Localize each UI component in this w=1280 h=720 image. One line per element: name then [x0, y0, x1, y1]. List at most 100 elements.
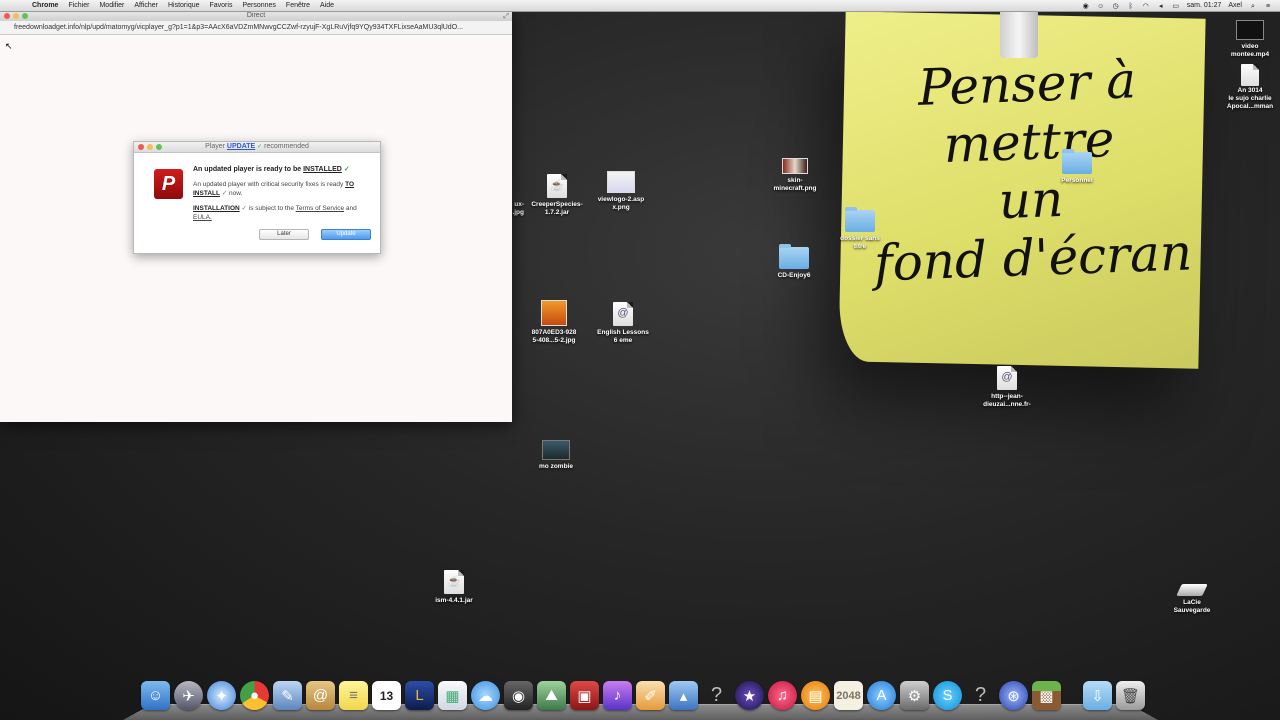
league-of-legends-icon[interactable]: L — [405, 681, 434, 710]
bluetooth-icon[interactable]: ᛒ — [1127, 2, 1135, 10]
unknown-app-icon[interactable]: ? — [702, 681, 731, 710]
battery-icon[interactable]: ▭ — [1172, 2, 1180, 10]
line2-prefix: An updated player with critical security… — [193, 181, 344, 188]
desktop-icon-video[interactable]: video montee.mp4 — [1218, 20, 1280, 59]
spotlight-icon[interactable]: ⌕ — [1249, 2, 1257, 10]
chrome-icon[interactable]: ● — [240, 681, 269, 710]
dialog-heading: An updated player is ready to be INSTALL… — [193, 165, 373, 174]
check-icon: ✓ — [257, 144, 263, 150]
instruments-icon[interactable]: ♪ — [603, 681, 632, 710]
time-machine-icon[interactable]: ◷ — [1112, 2, 1120, 10]
desktop-icon-label: LaCie Sauvegarde — [1173, 599, 1211, 614]
dialog-zoom-button[interactable] — [156, 144, 162, 150]
menu-bar: Chrome Fichier Modifier Afficher Histori… — [0, 0, 1280, 12]
later-button[interactable]: Later — [259, 229, 309, 240]
desktop-icon-label: dossier sans titre — [840, 235, 880, 250]
image-file-icon — [541, 300, 567, 326]
game-2048-icon[interactable]: 2048 — [834, 681, 863, 710]
dialog-minimize-button[interactable] — [147, 144, 153, 150]
notes-icon[interactable]: ≡ — [339, 681, 368, 710]
dialog-titlebar[interactable]: Player UPDATE ✓ recommended — [134, 142, 380, 153]
menu-historique[interactable]: Historique — [163, 0, 205, 11]
note-line-4: fond d'écran — [873, 223, 1193, 293]
menu-favoris[interactable]: Favoris — [205, 0, 238, 11]
jar-file-icon: ☕ — [547, 174, 567, 198]
url-bar[interactable]: freedownloadget.info/nlp/upd/matomyg/vic… — [0, 21, 512, 35]
video-file-icon — [1236, 20, 1264, 40]
desktop-icon-lacie-sauvegarde[interactable]: LaCie Sauvegarde — [1160, 584, 1224, 615]
desktop-icon-english-lessons[interactable]: @ English Lessons 6 eme — [591, 302, 655, 345]
desktop-icon-807a0ed3[interactable]: 807A0ED3-928 5-408...5-2.jpg — [522, 300, 586, 345]
dialog-window-controls — [138, 144, 162, 150]
desktop-icon-cd-enjoy6[interactable]: CD-Enjoy6 — [762, 244, 826, 280]
close-button[interactable] — [4, 13, 10, 19]
keynote-icon[interactable]: ▴ — [669, 681, 698, 710]
minimize-button[interactable] — [13, 13, 19, 19]
line3-installation: INSTALLATION — [193, 205, 240, 212]
iphoto-icon[interactable]: ⛰ — [537, 681, 566, 710]
fullscreen-icon[interactable]: ⤢ — [503, 12, 509, 22]
desktop-icon-label: http--jean- dieuzai...nne.fr- — [983, 393, 1031, 408]
launchpad-icon[interactable]: ✈ — [174, 681, 203, 710]
update-button[interactable]: Update — [321, 229, 371, 240]
app-store-icon[interactable]: A — [867, 681, 896, 710]
messages-icon[interactable]: ☁ — [471, 681, 500, 710]
photos-icon[interactable]: ▦ — [438, 681, 467, 710]
menu-modifier[interactable]: Modifier — [94, 0, 129, 11]
dialog-close-button[interactable] — [138, 144, 144, 150]
itunes-icon[interactable]: ♫ — [768, 681, 797, 710]
facetime-icon[interactable]: ◉ — [504, 681, 533, 710]
wifi-icon[interactable]: ◠ — [1142, 2, 1150, 10]
external-drive-icon — [1176, 584, 1208, 596]
volume-icon[interactable]: ◂ — [1157, 2, 1165, 10]
menu-user[interactable]: Axel — [1228, 0, 1242, 11]
preview-icon[interactable]: ✎ — [273, 681, 302, 710]
desktop-icon-viewlogo[interactable]: viewlogo-2.asp x.png — [589, 171, 653, 212]
desktop-icon-http-jean-dieuzai[interactable]: @ http--jean- dieuzai...nne.fr- — [975, 366, 1039, 409]
desktop-icon-label: mo zombie — [539, 463, 573, 470]
finder-icon[interactable]: ☺ — [141, 681, 170, 710]
network-utility-icon[interactable]: ⊛ — [999, 681, 1028, 710]
menu-fenetre[interactable]: Fenêtre — [281, 0, 315, 11]
trash-icon[interactable]: 🗑 — [1116, 681, 1145, 710]
menu-list: Chrome Fichier Modifier Afficher Histori… — [27, 0, 339, 11]
ibooks-icon[interactable]: ▤ — [801, 681, 830, 710]
menu-clock[interactable]: sam. 01:27 — [1187, 0, 1222, 11]
zoom-button[interactable] — [22, 13, 28, 19]
safari-icon[interactable]: ✦ — [207, 681, 236, 710]
calendar-icon[interactable]: 13 — [372, 681, 401, 710]
minecraft-icon[interactable]: ▩ — [1032, 681, 1061, 710]
dock: ☺ ✈ ✦ ● ✎ @ ≡ 13 L ▦ ☁ ◉ ⛰ ▣ ♪ ✐ ▴ ? ★ ♫… — [123, 681, 1158, 720]
terms-of-service-link[interactable]: Terms of Service — [296, 205, 344, 212]
notification-center-icon[interactable]: ≡ — [1264, 2, 1272, 10]
menu-fichier[interactable]: Fichier — [63, 0, 94, 11]
desktop-icon-skin-minecraft[interactable]: skin- minecraft.png — [763, 158, 827, 193]
desktop-icon-mo-zombie[interactable]: mo zombie — [524, 440, 588, 471]
dropbox-icon[interactable]: ◉ — [1082, 2, 1090, 10]
unknown-app-2-icon[interactable]: ? — [966, 681, 995, 710]
menu-afficher[interactable]: Afficher — [129, 0, 163, 11]
menu-aide[interactable]: Aide — [315, 0, 339, 11]
browser-titlebar[interactable]: Direct ⤢ — [0, 11, 512, 21]
pages-icon[interactable]: ✐ — [636, 681, 665, 710]
skype-icon[interactable]: S — [933, 681, 962, 710]
desktop-icon-an3014[interactable]: An 3014 le sujo charlie Apocal...mman — [1218, 64, 1280, 111]
sticky-note-text: Penser à mettre un fond d'écran — [866, 49, 1194, 292]
check-icon: ✓ — [241, 205, 247, 212]
desktop-icon-creeperspecies[interactable]: ☕ CreeperSpecies- 1.7.2.jar — [525, 174, 589, 217]
system-preferences-icon[interactable]: ⚙ — [900, 681, 929, 710]
menu-personnes[interactable]: Personnes — [237, 0, 280, 11]
menu-chrome[interactable]: Chrome — [27, 0, 63, 11]
eula-link[interactable]: EULA. — [193, 214, 212, 221]
photo-booth-icon[interactable]: ▣ — [570, 681, 599, 710]
at-sign-icon: @ — [1001, 371, 1013, 383]
contacts-icon[interactable]: @ — [306, 681, 335, 710]
image-file-icon — [607, 171, 635, 193]
hangouts-icon[interactable]: ☺ — [1097, 2, 1105, 10]
desktop-icon-ism-jar[interactable]: ☕ ism-4.4.1.jar — [422, 570, 486, 605]
desktop-icon-personnel[interactable]: Personnel — [1045, 149, 1109, 185]
desktop-icon-dossier-sans-titre[interactable]: dossier sans titre — [828, 207, 892, 251]
downloads-folder-icon[interactable]: ⇩ — [1083, 681, 1112, 710]
imovie-icon[interactable]: ★ — [735, 681, 764, 710]
dock-items: ☺ ✈ ✦ ● ✎ @ ≡ 13 L ▦ ☁ ◉ ⛰ ▣ ♪ ✐ ▴ ? ★ ♫… — [141, 681, 1145, 710]
